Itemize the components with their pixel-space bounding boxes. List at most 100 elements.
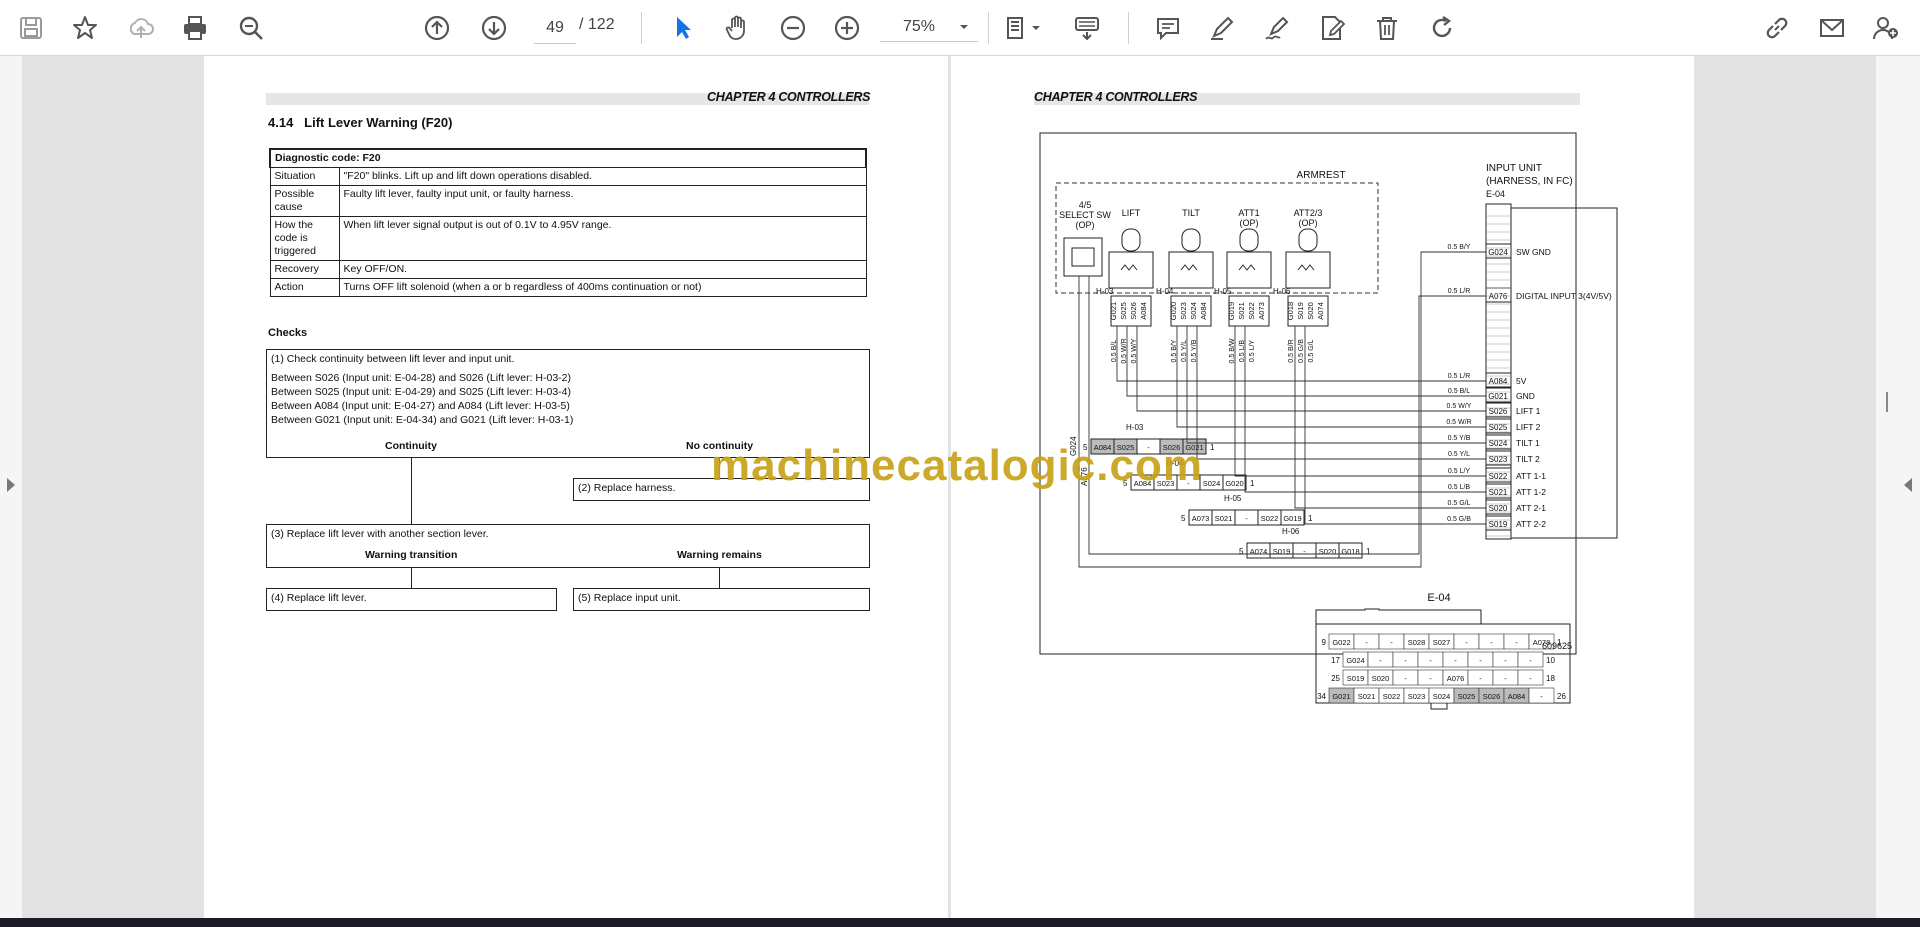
lever-pin-code: A084 xyxy=(1199,302,1208,320)
panel-resize-handle[interactable] xyxy=(1886,392,1888,412)
rotate-icon[interactable] xyxy=(1427,13,1457,43)
sign-icon[interactable] xyxy=(1262,13,1292,43)
e04-pin-code: S025 xyxy=(1458,692,1476,701)
lever-pin-code: G021 xyxy=(1109,302,1118,320)
lever-sub-label: (OP) xyxy=(1299,218,1318,228)
harness-connector-h06: H-065 A074 S019- S020 G018 1 xyxy=(1239,527,1371,559)
lever-pin-code: S020 xyxy=(1306,302,1315,320)
input-pin: S026 0.5 W/Y LIFT 1 xyxy=(1447,402,1541,418)
list-item: Between S026 (Input unit: E-04-28) and S… xyxy=(271,372,571,384)
armrest-label: ARMREST xyxy=(1297,170,1346,181)
zoom-out-icon[interactable] xyxy=(778,13,808,43)
row-label: Situation xyxy=(269,167,340,186)
warning-remains-label: Warning remains xyxy=(677,549,762,561)
zoom-select[interactable]: 75% xyxy=(880,13,978,42)
row-label: Recovery xyxy=(269,260,340,279)
pin-function: ATT 2-2 xyxy=(1516,519,1546,529)
row-value: Faulty lift lever, faulty input unit, or… xyxy=(338,185,867,217)
add-user-icon[interactable] xyxy=(1871,13,1901,43)
hand-icon[interactable] xyxy=(722,13,752,43)
right-panel-gutter xyxy=(1876,56,1920,918)
step-1-list: Between S026 (Input unit: E-04-28) and S… xyxy=(271,371,865,427)
list-item: Between G021 (Input unit: E-04-34) and G… xyxy=(271,414,574,426)
read-mode-icon[interactable] xyxy=(1072,13,1102,43)
zoom-in-icon[interactable] xyxy=(832,13,862,43)
connector-pin-code: G018 xyxy=(1341,547,1359,556)
print-icon[interactable] xyxy=(180,13,210,43)
fit-page-icon[interactable] xyxy=(1003,13,1047,43)
potentiometer-symbol xyxy=(1120,264,1138,271)
select-cursor-icon[interactable] xyxy=(668,13,698,43)
toolbar-divider xyxy=(1128,12,1129,44)
pin-wire-label: 0.5 L/R xyxy=(1448,288,1471,295)
lever-pin-code: A084 xyxy=(1139,302,1148,320)
save-icon[interactable] xyxy=(16,13,46,43)
step-1-title: (1) Check continuity between lift lever … xyxy=(271,353,515,365)
pin-code: S022 xyxy=(1489,472,1508,481)
toolbar: / 122 75% xyxy=(0,0,1920,56)
pin-function: GND xyxy=(1516,391,1535,401)
figure-id: 609625 xyxy=(1542,641,1572,651)
page-down-icon[interactable] xyxy=(479,13,509,43)
lever-pin-code: S019 xyxy=(1296,302,1305,320)
share-link-icon[interactable] xyxy=(1762,13,1792,43)
lever-pin-code: G018 xyxy=(1286,302,1295,320)
section-number: 4.14 xyxy=(268,115,294,130)
input-pin: A076 0.5 L/R DIGITAL INPUT 3(4V/5V) xyxy=(1448,287,1612,303)
star-icon[interactable] xyxy=(70,13,100,43)
connector-pin-end: 1 xyxy=(1210,443,1215,452)
e04-pin-code: S026 xyxy=(1483,692,1501,701)
upload-icon[interactable] xyxy=(126,13,156,43)
zoom-value: 75% xyxy=(903,18,936,35)
connector-pin-end: 1 xyxy=(1366,547,1371,556)
lever-pin-code: S023 xyxy=(1179,302,1188,320)
input-pin: S023 0.5 Y/L TILT 2 xyxy=(1448,450,1540,466)
comment-icon[interactable] xyxy=(1153,13,1183,43)
e04-pin-code: S021 xyxy=(1358,692,1376,701)
lever-pin-code: A073 xyxy=(1257,302,1266,320)
lever-wire-label: 0.5 B/R xyxy=(1288,339,1295,362)
pin-code: S023 xyxy=(1489,455,1508,464)
e04-pin-code: S019 xyxy=(1347,674,1365,683)
input-unit-label: (HARNESS, IN FC) xyxy=(1486,176,1573,187)
page-up-icon[interactable] xyxy=(422,13,452,43)
pin-wire-label: 0.5 Y/L xyxy=(1448,451,1470,458)
delete-icon[interactable] xyxy=(1372,13,1402,43)
row-value: When lift lever signal output is out of … xyxy=(338,216,867,261)
lever-1: LIFTH-03G021 S025 S026 A0840.5 B/L 0.5 W/R 0.… xyxy=(1096,208,1154,364)
pin-wire-label: 0.5 G/L xyxy=(1448,500,1471,507)
e04-row-end: 18 xyxy=(1546,674,1555,683)
pin-code: A084 xyxy=(1489,377,1508,386)
lever-label: ATT2/3 xyxy=(1294,208,1323,218)
pin-function: TILT 2 xyxy=(1516,454,1540,464)
row-label: How the code is triggered xyxy=(269,216,340,261)
checks-label: Checks xyxy=(268,327,308,339)
input-unit-label: INPUT UNIT xyxy=(1486,163,1542,174)
expand-right-panel-icon[interactable] xyxy=(1904,478,1912,492)
email-icon[interactable] xyxy=(1817,13,1847,43)
connector-pin-code: G019 xyxy=(1283,514,1301,523)
pin-wire-label: 0.5 L/Y xyxy=(1448,468,1471,475)
lever-label: ATT1 xyxy=(1238,208,1259,218)
page-number-input[interactable] xyxy=(534,13,576,44)
flow-connector xyxy=(719,568,720,588)
diagnostic-table: Diagnostic code: F20 Situation "F20" blin… xyxy=(269,148,867,297)
pin-code: G021 xyxy=(1488,392,1508,401)
e04-row-start: 17 xyxy=(1331,656,1340,665)
chevron-down-icon xyxy=(960,25,968,29)
edit-pdf-icon[interactable] xyxy=(1317,13,1347,43)
e04-latch xyxy=(1430,702,1448,710)
pin-wire-label: 0.5 L/R xyxy=(1448,373,1471,380)
section-title: 4.14 Lift Lever Warning (F20) xyxy=(268,115,452,130)
e04-row-start: 34 xyxy=(1317,692,1326,701)
pin-wire-label: 0.5 Y/B xyxy=(1448,435,1471,442)
highlight-icon[interactable] xyxy=(1207,13,1237,43)
connector-pin-start: 5 xyxy=(1181,514,1186,523)
lever-knob xyxy=(1121,228,1141,252)
zoom-search-icon[interactable] xyxy=(236,13,266,43)
watermark-text: machinecatalogic.com xyxy=(711,441,1203,490)
flow-connector xyxy=(411,458,412,524)
expand-left-panel-icon[interactable] xyxy=(7,478,15,492)
pin-function: LIFT 1 xyxy=(1516,406,1541,416)
wire xyxy=(1176,326,1486,428)
